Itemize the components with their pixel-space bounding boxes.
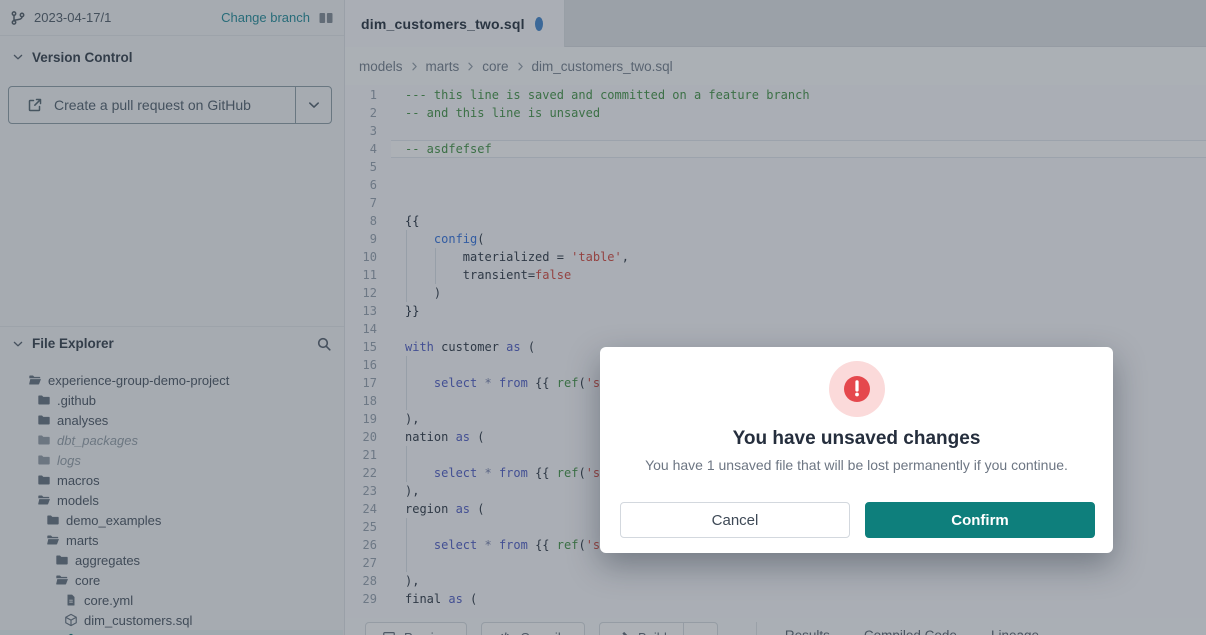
unsaved-changes-modal: You have unsaved changes You have 1 unsa… (600, 347, 1113, 553)
cancel-button[interactable]: Cancel (620, 502, 850, 538)
dbt-cloud-ide: 2023-04-17/1 Change branch Version Contr… (0, 0, 1206, 635)
error-icon (829, 361, 885, 417)
confirm-button[interactable]: Confirm (865, 502, 1095, 538)
modal-body: You have 1 unsaved file that will be los… (600, 457, 1113, 473)
error-exclamation-icon (844, 376, 870, 402)
modal-title: You have unsaved changes (600, 428, 1113, 450)
modal-actions: Cancel Confirm (620, 502, 1095, 538)
